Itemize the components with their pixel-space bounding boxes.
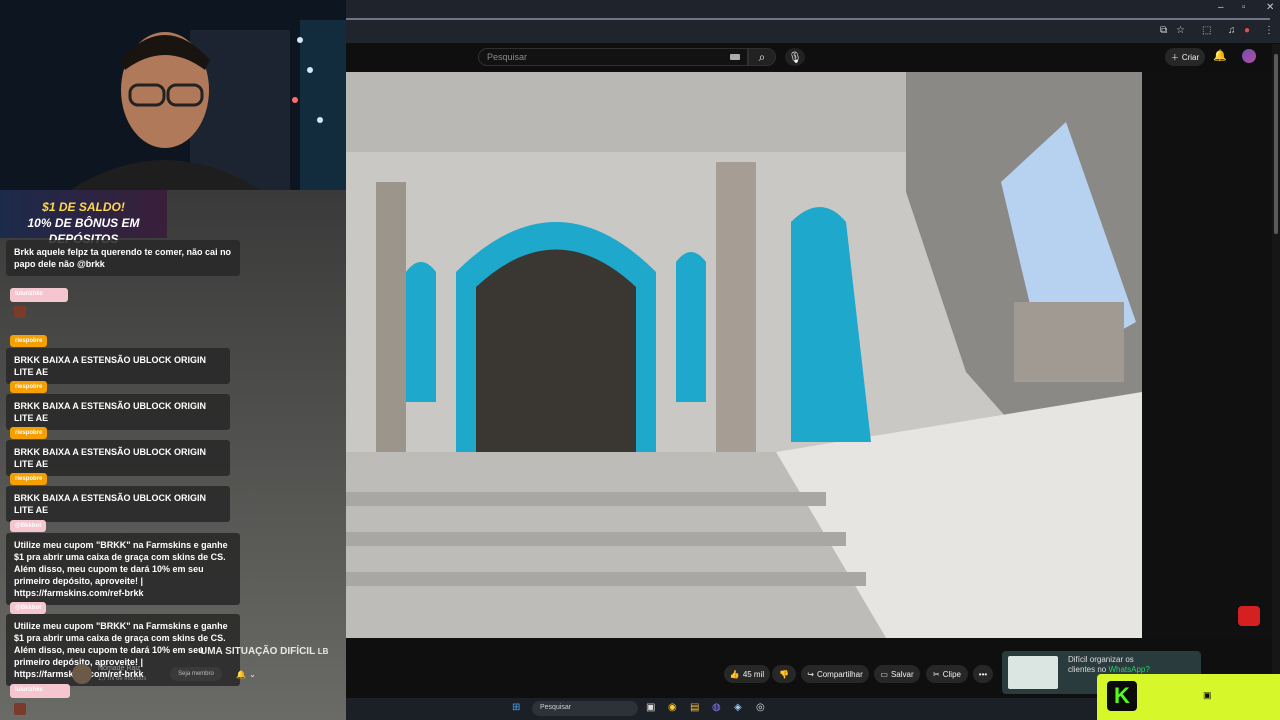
chat-username: riespobre: [10, 473, 48, 485]
save-button[interactable]: ▭ Salvar: [874, 665, 920, 683]
microphone-icon: 🎙: [788, 51, 802, 64]
ad-thumbnail: [1008, 656, 1058, 689]
search-icon: ⌕: [758, 49, 766, 64]
profile-icon[interactable]: ●: [1244, 25, 1250, 36]
kick-badge-icon: ▣: [1203, 690, 1212, 700]
bookmark-star-icon[interactable]: ☆: [1176, 25, 1185, 36]
video-title: UMA SITUAÇÃO DIFÍCIL LB: [200, 646, 328, 657]
youtube-logo-icon[interactable]: [1238, 606, 1260, 626]
webcam-feed: [0, 0, 346, 190]
create-button[interactable]: ＋ Criar: [1165, 48, 1205, 66]
kick-logo-icon: K: [1107, 681, 1137, 711]
chat-username: riespobre: [10, 335, 48, 347]
subscriber-count: 1,7 mi de inscritos: [98, 676, 147, 682]
video-title-suffix: LB: [317, 647, 329, 656]
chat-username: @Bkkbot: [10, 520, 47, 532]
chat-username: lulurizhkc: [10, 288, 68, 302]
chat-message: BRKK BAIXA A ESTENSÃO UBLOCK ORIGIN LITE…: [6, 348, 230, 384]
related-panel: [1142, 72, 1272, 638]
chrome-icon[interactable]: ◉: [668, 702, 677, 713]
sponsor-banner: $1 DE SALDO! 10% DE BÔNUS EM DEPÓSITOS: [0, 190, 167, 246]
create-label: Criar: [1181, 52, 1200, 62]
channel-name[interactable]: Nômade Raiz: [98, 665, 140, 672]
voice-search-button[interactable]: 🎙: [785, 48, 805, 66]
chat-text: BRKK BAIXA A ESTENSÃO UBLOCK ORIGIN LITE…: [14, 493, 207, 515]
browser-menu-icon[interactable]: ⋮: [1264, 25, 1274, 36]
chat-message: BRKK BAIXA A ESTENSÃO UBLOCK ORIGIN LITE…: [6, 440, 230, 476]
keyboard-icon[interactable]: [730, 54, 740, 60]
chat-text: BRKK BAIXA A ESTENSÃO UBLOCK ORIGIN LITE…: [14, 401, 207, 423]
page-scrollbar[interactable]: [1272, 44, 1280, 690]
subscribe-bell-button[interactable]: 🔔 ⌄: [230, 665, 262, 683]
dislike-button[interactable]: 👎: [772, 665, 796, 683]
extensions-icon[interactable]: ⬚: [1202, 25, 1211, 36]
chat-username: @Bkkbot: [10, 602, 47, 614]
ad-line-2: clientes no: [1068, 665, 1109, 674]
like-button[interactable]: 👍 45 mil: [724, 665, 770, 683]
minimize-button[interactable]: –: [1218, 2, 1224, 13]
media-control-icon[interactable]: ♫: [1228, 25, 1236, 36]
kick-banner: K ▣: [1097, 674, 1280, 720]
ad-text: Difícil organizar os clientes no WhatsAp…: [1068, 655, 1150, 675]
chat-username: riespobre: [10, 381, 48, 393]
os-taskbar: [346, 698, 1097, 720]
more-actions-button[interactable]: •••: [973, 665, 993, 683]
video-player[interactable]: [346, 72, 1142, 638]
browser-titlebar: – ▫ ✕: [346, 0, 1280, 21]
plus-icon: ＋: [1170, 52, 1179, 62]
bell-icon: 🔔: [236, 669, 247, 679]
discord-icon[interactable]: ◍: [712, 702, 721, 713]
chat-text: BRKK BAIXA A ESTENSÃO UBLOCK ORIGIN LITE…: [14, 355, 207, 377]
share-icon: ↪: [807, 669, 814, 679]
scrollbar-thumb[interactable]: [1274, 54, 1278, 234]
scissors-icon: ✂: [933, 669, 940, 679]
chat-username: riespobre: [10, 427, 48, 439]
promo-line-1: $1 DE SALDO!: [42, 200, 125, 214]
bookmark-icon: ▭: [880, 669, 888, 679]
chat-text: BRKK BAIXA A ESTENSÃO UBLOCK ORIGIN LITE…: [14, 447, 207, 469]
chat-message: BRKK BAIXA A ESTENSÃO UBLOCK ORIGIN LITE…: [6, 486, 230, 522]
share-label: Compartilhar: [816, 669, 863, 679]
join-button[interactable]: Seja membro: [170, 667, 222, 681]
account-avatar[interactable]: [1242, 49, 1256, 63]
notifications-bell-icon[interactable]: 🔔: [1213, 49, 1227, 62]
obs-icon[interactable]: ◎: [756, 702, 765, 713]
steam-icon[interactable]: ◈: [734, 702, 742, 713]
video-title-text: UMA SITUAÇÃO DIFÍCIL: [200, 646, 315, 657]
webcam-image: [0, 0, 346, 190]
thumbs-up-icon: 👍: [729, 669, 740, 679]
clip-label: Clipe: [942, 669, 961, 679]
browser-toolbar: ⧉ ☆ ⬚ ♫ ● ⋮: [346, 20, 1280, 44]
task-view-icon[interactable]: ▣: [646, 702, 655, 713]
windows-start-icon[interactable]: ⊞: [512, 702, 520, 713]
ad-brand: WhatsApp?: [1108, 665, 1150, 674]
chat-emote: [14, 703, 26, 715]
close-button[interactable]: ✕: [1266, 2, 1274, 13]
file-explorer-icon[interactable]: ▤: [690, 702, 699, 713]
ad-line-1: Difícil organizar os: [1068, 655, 1134, 664]
clip-button[interactable]: ✂ Clipe: [926, 665, 968, 683]
chevron-down-icon: ⌄: [249, 669, 256, 679]
chat-message: Utilize meu cupom "BRKK" na Farmskins e …: [6, 533, 240, 605]
save-label: Salvar: [890, 669, 914, 679]
video-frame: [346, 72, 1142, 638]
share-button[interactable]: ↪ Compartilhar: [801, 665, 869, 683]
chat-message: BRKK BAIXA A ESTENSÃO UBLOCK ORIGIN LITE…: [6, 394, 230, 430]
like-count: 45 mil: [742, 669, 765, 679]
chat-username: lulurizhkc: [10, 684, 70, 698]
chat-emote: [14, 306, 26, 318]
chat-message: Brkk aquele felpz ta querendo te comer, …: [6, 240, 240, 276]
chat-text: Brkk aquele felpz ta querendo te comer, …: [14, 247, 232, 269]
channel-avatar[interactable]: [72, 664, 92, 684]
maximize-button[interactable]: ▫: [1242, 2, 1246, 13]
thumbs-down-icon: 👎: [779, 669, 789, 679]
search-input[interactable]: Pesquisar: [478, 48, 748, 66]
install-app-icon[interactable]: ⧉: [1160, 25, 1167, 36]
taskbar-search[interactable]: Pesquisar: [532, 701, 638, 716]
chat-text: Utilize meu cupom "BRKK" na Farmskins e …: [14, 540, 228, 598]
search-button[interactable]: ⌕: [748, 48, 776, 66]
